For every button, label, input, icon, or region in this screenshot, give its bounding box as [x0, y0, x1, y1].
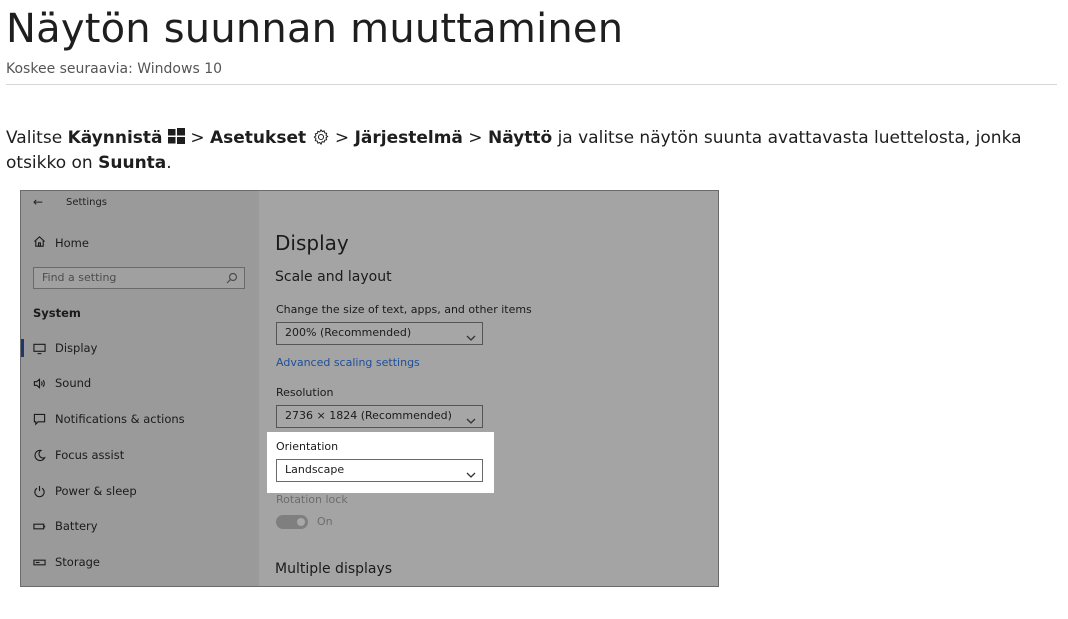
chevron-down-icon	[466, 329, 476, 341]
sidebar-item-notifications: Notifications & actions	[33, 410, 185, 428]
search-icon	[225, 271, 239, 285]
sidebar-item-label: Battery	[55, 519, 98, 533]
system-label: Järjestelmä	[354, 128, 463, 148]
rotation-lock-toggle	[276, 515, 308, 529]
sidebar-item-label: Storage	[55, 555, 100, 569]
settings-content: Display Scale and layout Change the size…	[259, 191, 718, 586]
start-label: Käynnistä	[67, 128, 163, 148]
sidebar-item-label: Focus assist	[55, 448, 125, 462]
windows-logo-icon	[167, 127, 185, 144]
storage-icon	[33, 556, 46, 569]
power-icon	[33, 485, 46, 498]
gear-icon	[312, 128, 330, 146]
rotation-lock-label: Rotation lock	[276, 493, 348, 506]
sidebar-item-focus-assist: Focus assist	[33, 446, 124, 464]
rotation-lock-state: On	[317, 515, 333, 528]
separator: >	[184, 128, 210, 148]
settings-sidebar: ← Settings Home Find a setting System Di…	[21, 191, 259, 586]
toggle-knob	[297, 518, 305, 526]
battery-icon	[33, 520, 46, 533]
orientation-label: Suunta	[98, 153, 167, 173]
multiple-displays-heading: Multiple displays	[275, 561, 393, 577]
sidebar-home: Home	[33, 235, 89, 251]
find-setting-input: Find a setting	[33, 267, 245, 289]
orientation-dropdown: Landscape	[276, 459, 483, 482]
instruction-text: .	[166, 153, 172, 173]
settings-label: Asetukset	[209, 128, 307, 148]
instruction-paragraph: Valitse Käynnistä > Asetukset > Järjeste…	[6, 126, 1056, 176]
notification-icon	[33, 413, 46, 426]
section-heading: Scale and layout	[275, 269, 392, 285]
chevron-down-icon	[466, 412, 476, 424]
advanced-scaling-link: Advanced scaling settings	[276, 356, 420, 369]
sidebar-section-system: System	[33, 306, 81, 320]
sidebar-item-storage: Storage	[33, 553, 100, 571]
content-heading: Display	[275, 231, 349, 255]
resolution-dropdown-value: 2736 × 1824 (Recommended)	[285, 409, 452, 422]
applies-to: Koskee seuraavia: Windows 10	[6, 61, 223, 77]
home-icon	[33, 235, 46, 251]
instruction-text: Valitse	[6, 128, 68, 148]
display-label: Näyttö	[487, 128, 553, 148]
sidebar-item-power-sleep: Power & sleep	[33, 482, 137, 500]
moon-icon	[33, 449, 46, 462]
speaker-icon	[33, 377, 46, 390]
sidebar-home-label: Home	[55, 236, 89, 250]
sidebar-item-label: Notifications & actions	[55, 412, 185, 426]
find-setting-placeholder: Find a setting	[42, 271, 117, 284]
orientation-dropdown-value: Landscape	[285, 463, 345, 476]
scale-dropdown-value: 200% (Recommended)	[285, 326, 412, 339]
settings-screenshot: ← Settings Home Find a setting System Di…	[20, 190, 719, 587]
sidebar-item-battery: Battery	[33, 517, 98, 535]
separator: >	[462, 128, 488, 148]
orientation-label: Orientation	[276, 440, 339, 453]
window-title: Settings	[66, 197, 108, 208]
monitor-icon	[33, 342, 46, 355]
article-page: Näytön suunnan muuttaminen Koskee seuraa…	[0, 0, 1068, 619]
divider	[6, 84, 1057, 85]
scale-dropdown: 200% (Recommended)	[276, 322, 483, 345]
page-title: Näytön suunnan muuttaminen	[6, 6, 624, 52]
back-arrow-icon: ←	[33, 195, 44, 209]
resolution-label: Resolution	[276, 386, 334, 399]
sidebar-item-sound: Sound	[33, 374, 91, 392]
chevron-down-icon	[466, 466, 476, 478]
sidebar-item-label: Power & sleep	[55, 484, 137, 498]
selected-indicator	[21, 339, 24, 357]
sidebar-item-label: Display	[55, 341, 98, 355]
scale-label: Change the size of text, apps, and other…	[276, 303, 532, 316]
sidebar-item-display: Display	[33, 339, 97, 357]
resolution-dropdown: 2736 × 1824 (Recommended)	[276, 405, 483, 428]
separator: >	[329, 128, 355, 148]
sidebar-item-label: Sound	[55, 376, 92, 390]
